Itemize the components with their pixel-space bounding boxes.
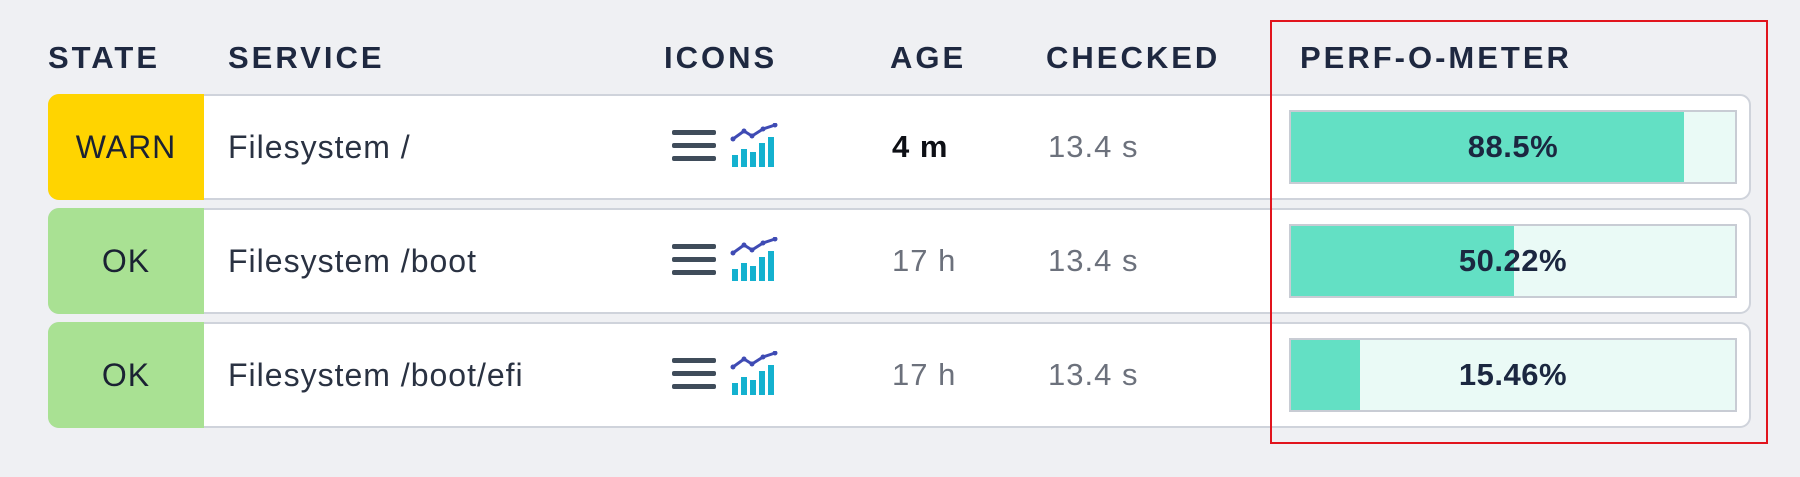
state-badge[interactable]: WARN <box>48 94 204 200</box>
last-checked: 13.4 s <box>1048 243 1139 278</box>
table-row[interactable]: OK Filesystem /boot 17 h 13.4 s 50.22% <box>48 208 1751 314</box>
menu-icon[interactable] <box>670 240 718 285</box>
perf-o-meter[interactable]: 50.22% <box>1289 224 1737 298</box>
perf-o-meter[interactable]: 15.46% <box>1289 338 1737 412</box>
column-header-state[interactable]: STATE <box>48 40 160 76</box>
state-badge[interactable]: OK <box>48 208 204 314</box>
menu-icon[interactable] <box>670 354 718 399</box>
column-header-icons: ICONS <box>664 40 778 75</box>
graph-icon[interactable] <box>730 236 780 288</box>
column-header-checked[interactable]: CHECKED <box>1046 40 1220 76</box>
menu-icon[interactable] <box>670 126 718 171</box>
last-checked: 13.4 s <box>1048 129 1139 164</box>
table-row[interactable]: WARN Filesystem / 4 m 13.4 s 88.5% <box>48 94 1751 200</box>
graph-icon[interactable] <box>730 122 780 174</box>
service-name-link[interactable]: Filesystem / <box>228 96 411 198</box>
column-header-service[interactable]: SERVICE <box>228 40 385 76</box>
last-checked: 13.4 s <box>1048 357 1139 392</box>
service-age: 17 h <box>892 243 957 278</box>
service-age: 17 h <box>892 357 957 392</box>
service-name-link[interactable]: Filesystem /boot/efi <box>228 324 524 426</box>
service-name-link[interactable]: Filesystem /boot <box>228 210 477 312</box>
perf-o-meter-label: 15.46% <box>1458 357 1568 392</box>
column-header-perf-o-meter[interactable]: PERF-O-METER <box>1300 40 1572 76</box>
column-header-age[interactable]: AGE <box>890 40 966 76</box>
service-icons <box>670 350 780 399</box>
perf-o-meter[interactable]: 88.5% <box>1289 110 1737 184</box>
service-icons <box>670 122 780 171</box>
service-age: 4 m <box>892 129 949 164</box>
perf-o-meter-label: 88.5% <box>1467 129 1559 164</box>
graph-icon[interactable] <box>730 350 780 402</box>
table-header: STATE SERVICE ICONS AGE CHECKED PERF-O-M… <box>48 40 1751 80</box>
perf-o-meter-label: 50.22% <box>1458 243 1568 278</box>
service-icons <box>670 236 780 285</box>
state-badge[interactable]: OK <box>48 322 204 428</box>
table-row[interactable]: OK Filesystem /boot/efi 17 h 13.4 s 15.4… <box>48 322 1751 428</box>
